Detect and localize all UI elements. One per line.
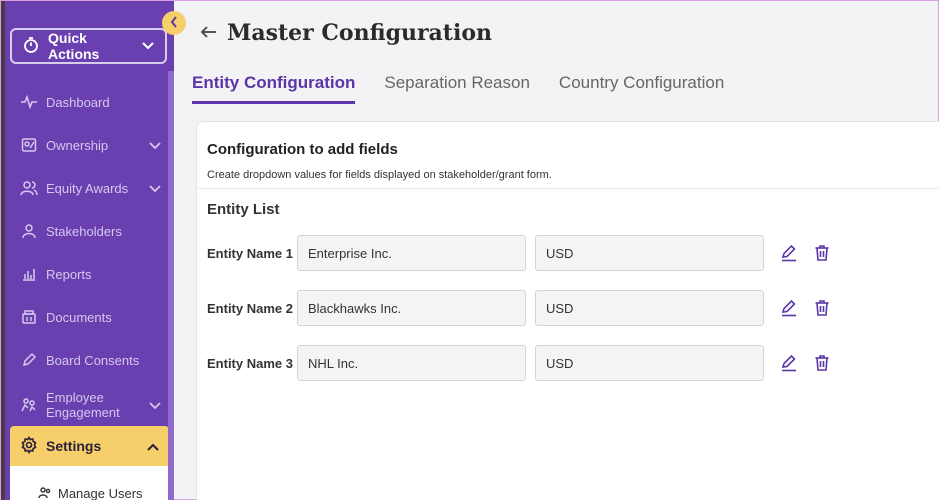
sidebar-item-dashboard[interactable]: Dashboard [19, 90, 161, 114]
configuration-card: Configuration to add fields Create dropd… [196, 121, 939, 500]
entity-name-field[interactable]: Blackhawks Inc. [297, 290, 526, 326]
pulse-icon [19, 94, 39, 110]
tab-entity-configuration[interactable]: Entity Configuration [192, 73, 356, 104]
currency-field[interactable]: USD [535, 235, 764, 271]
users-icon [19, 180, 39, 196]
card-title: Configuration to add fields [207, 141, 398, 158]
tab-separation-reason[interactable]: Separation Reason [384, 73, 530, 104]
collapse-sidebar-button[interactable] [162, 11, 186, 35]
bar-chart-icon [19, 266, 39, 282]
chevron-up-icon [147, 438, 159, 454]
ownership-icon [19, 137, 39, 153]
chevron-down-icon [149, 138, 161, 153]
sidebar-item-equity-awards[interactable]: Equity Awards [19, 176, 161, 200]
stopwatch-icon [22, 36, 40, 57]
edit-icon[interactable] [780, 299, 798, 317]
entity-row: Entity Name 3 NHL Inc. USD [207, 345, 846, 381]
edit-icon[interactable] [780, 354, 798, 372]
entity-row: Entity Name 1 Enterprise Inc. USD [207, 235, 846, 271]
card-subtitle: Create dropdown values for fields displa… [207, 169, 552, 181]
entity-label: Entity Name 1 [207, 245, 293, 261]
edit-icon[interactable] [780, 244, 798, 262]
sidebar-subitem-manage-users[interactable]: Manage Users [10, 466, 169, 500]
tab-bar: Entity Configuration Separation Reason C… [192, 73, 753, 104]
entity-name-field[interactable]: NHL Inc. [297, 345, 526, 381]
currency-field[interactable]: USD [535, 290, 764, 326]
trash-icon[interactable] [813, 354, 831, 372]
user-icon [19, 223, 39, 239]
currency-field[interactable]: USD [535, 345, 764, 381]
quick-actions-button[interactable]: Quick Actions [10, 28, 167, 64]
main-content: Master Configuration Entity Configuratio… [174, 1, 939, 500]
back-arrow-icon[interactable] [199, 24, 219, 50]
entity-row: Entity Name 2 Blackhawks Inc. USD [207, 290, 846, 326]
entity-label: Entity Name 2 [207, 300, 293, 316]
sidebar-item-documents[interactable]: Documents [19, 305, 161, 329]
section-title: Entity List [207, 201, 280, 218]
gear-icon [20, 435, 38, 457]
divider [197, 188, 939, 189]
sidebar-item-settings[interactable]: Settings [10, 426, 169, 466]
entity-label: Entity Name 3 [207, 355, 293, 371]
sidebar: Quick Actions Dashboard Ownership Equity… [5, 1, 174, 500]
sidebar-item-reports[interactable]: Reports [19, 262, 161, 286]
chevron-down-icon [149, 398, 161, 413]
sidebar-item-board-consents[interactable]: Board Consents [19, 348, 161, 372]
sidebar-item-stakeholders[interactable]: Stakeholders [19, 219, 161, 243]
pen-icon [19, 352, 39, 368]
documents-icon [19, 309, 39, 325]
engagement-icon [19, 397, 39, 413]
page-title: Master Configuration [227, 20, 492, 46]
quick-actions-label: Quick Actions [48, 30, 100, 62]
sidebar-item-ownership[interactable]: Ownership [19, 133, 161, 157]
chevron-down-icon [149, 181, 161, 196]
sidebar-item-employee-engagement[interactable]: Employee Engagement [19, 389, 161, 421]
trash-icon[interactable] [813, 299, 831, 317]
chevron-down-icon [141, 38, 155, 54]
chevron-left-icon [170, 15, 178, 31]
users-icon [38, 486, 52, 500]
tab-country-configuration[interactable]: Country Configuration [559, 73, 724, 104]
entity-name-field[interactable]: Enterprise Inc. [297, 235, 526, 271]
trash-icon[interactable] [813, 244, 831, 262]
